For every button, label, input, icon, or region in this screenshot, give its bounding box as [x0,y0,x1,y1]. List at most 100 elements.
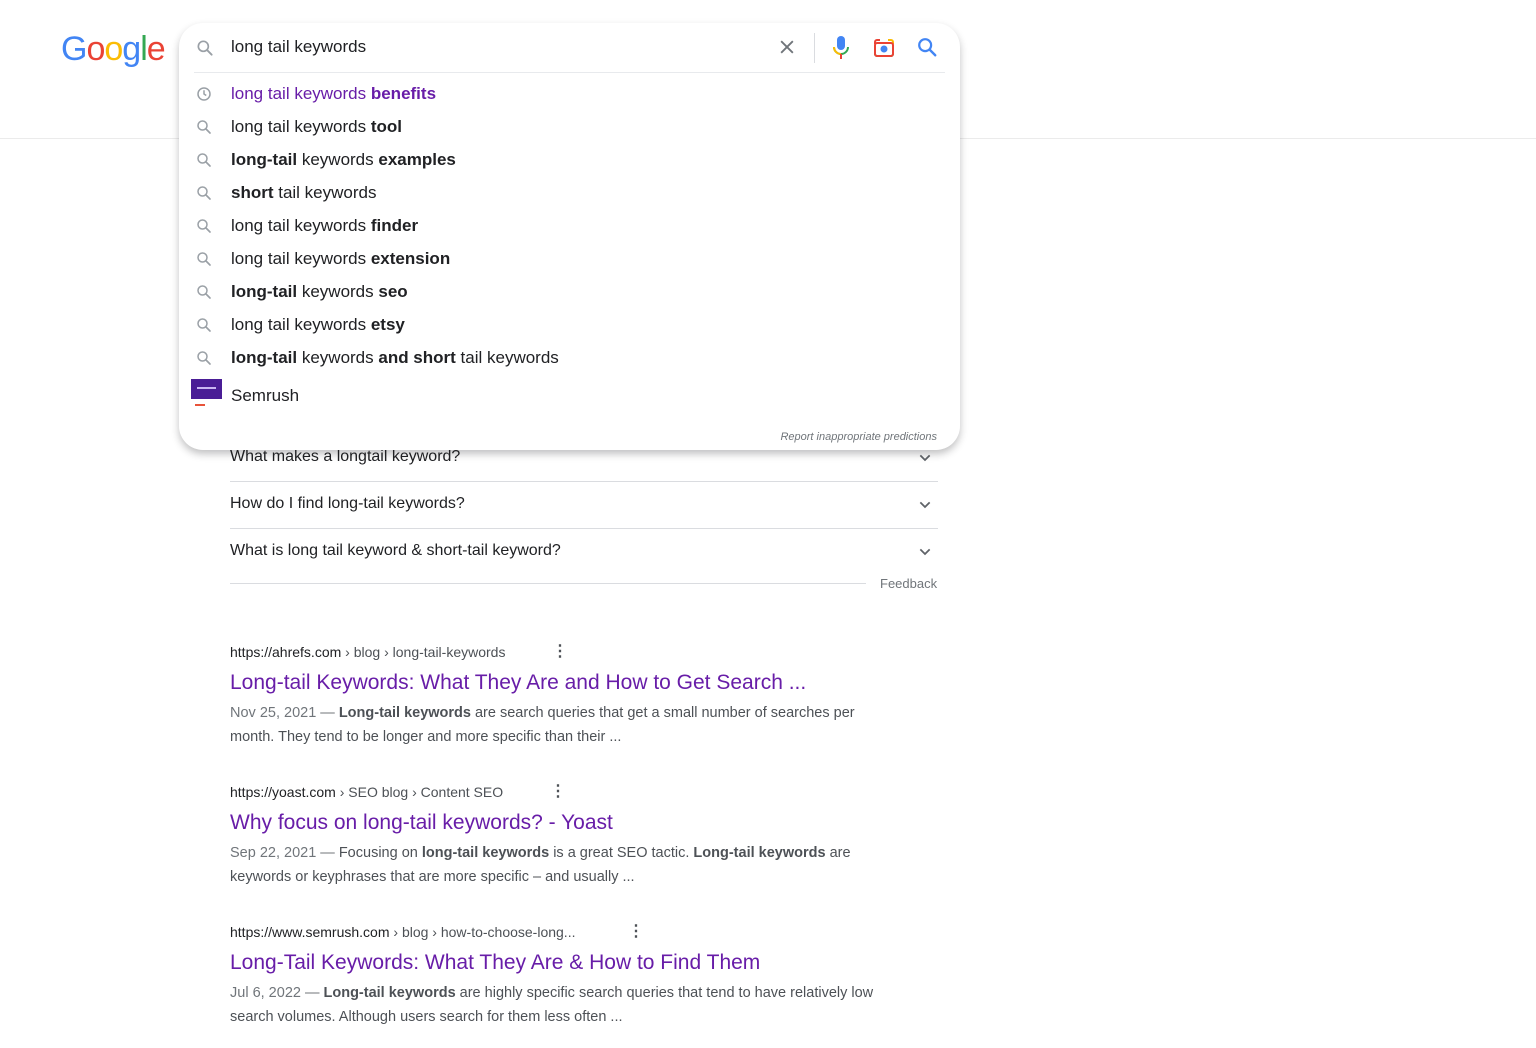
camera-lens-icon[interactable] [872,36,896,65]
feedback-divider [230,583,866,584]
divider [814,33,815,63]
paa-question-text: How do I find long-tail keywords? [230,495,465,512]
bold-text: short [231,183,274,202]
bold-text: etsy [370,315,405,334]
bold-text: seo [378,282,408,301]
text: keywords [297,348,379,367]
result-breadcrumb: › blog › long-tail-keywords [341,644,506,660]
history-icon [195,85,213,108]
text: tail keywords [455,348,559,367]
report-predictions-link[interactable]: Report inappropriate predictions [780,431,937,443]
bold-text: examples [378,150,456,169]
result-domain: https://ahrefs.com [230,644,342,660]
result-date: Jul 6, 2022 — [230,985,324,1001]
result-date: Sep 22, 2021 — [230,845,339,861]
suggestion-item[interactable]: long-tail keywords and short tail keywor… [179,341,960,374]
suggestion-item[interactable]: short tail keywords [179,176,960,209]
text: long tail keywords [231,84,371,103]
text: long tail keywords [231,216,371,235]
clear-icon[interactable] [777,37,797,62]
search-autocomplete: long tail keywords long tail keywords be… [179,23,960,450]
suggestion-item[interactable]: long tail keywords benefits [179,77,960,110]
paa-question[interactable]: How do I find long-tail keywords? [230,481,938,528]
result-url[interactable]: https://www.semrush.com › blog › how-to-… [230,923,890,941]
search-result: https://yoast.com › SEO blog › Content S… [230,783,890,889]
logo-letter: o [86,30,105,68]
google-logo[interactable]: Google [61,29,166,69]
bold-text: long-tail keywords [421,845,550,861]
bold-text: long-tail [231,348,298,367]
chevron-down-icon [917,497,933,518]
bold-text: Long-tail keywords [323,985,456,1001]
result-breadcrumb: › blog › how-to-choose-long... [389,924,576,940]
bold-text: extension [370,249,451,268]
bold-text: long-tail [231,150,298,169]
bold-text: Long-tail keywords [693,845,826,861]
paa-question[interactable]: What is long tail keyword & short-tail k… [230,528,938,575]
more-options-icon[interactable]: ⋮ [552,641,568,661]
search-result: https://www.semrush.com › blog › how-to-… [230,923,890,1029]
bold-text: tool [370,117,402,136]
feedback-link[interactable]: Feedback [880,576,937,591]
entity-suggestion[interactable]: Semrush [231,386,299,406]
result-domain: https://www.semrush.com [230,924,390,940]
search-icon [195,151,213,174]
suggestion-text: long tail keywords finder [231,216,418,236]
bold-text: long-tail [231,282,298,301]
search-icon [195,349,213,372]
suggestion-item[interactable]: long tail keywords tool [179,110,960,143]
search-icon [195,118,213,141]
search-icon [195,217,213,240]
result-date: Nov 25, 2021 — [230,705,339,721]
result-snippet: Nov 25, 2021 — Long-tail keywords are se… [230,701,890,749]
suggestion-item[interactable]: long tail keywords etsy [179,308,960,341]
suggestion-text: long tail keywords etsy [231,315,405,335]
search-icon [195,250,213,273]
suggestion-separator [194,72,945,73]
result-snippet: Sep 22, 2021 — Focusing on long-tail key… [230,841,890,889]
bold-text: and short [378,348,456,367]
text: is a great SEO tactic. [549,845,694,861]
more-options-icon[interactable]: ⋮ [628,921,644,941]
search-icon [195,283,213,306]
result-title-link[interactable]: Long-Tail Keywords: What They Are & How … [230,949,890,976]
paa-question-text: What makes a longtail keyword? [230,448,461,465]
search-input[interactable]: long tail keywords [231,37,366,57]
chevron-down-icon [917,544,933,565]
suggestion-item[interactable]: long tail keywords finder [179,209,960,242]
suggestion-item[interactable]: long-tail keywords examples [179,143,960,176]
suggestion-text: long tail keywords benefits [231,84,436,104]
search-result: https://ahrefs.com › blog › long-tail-ke… [230,643,890,749]
logo-letter: o [104,30,123,68]
bold-text: finder [370,216,419,235]
search-submit-icon[interactable] [916,36,938,63]
suggestion-item[interactable]: long-tail keywords seo [179,275,960,308]
text: long tail keywords [231,117,371,136]
logo-letter: g [122,30,141,68]
microphone-icon[interactable] [831,35,851,66]
suggestion-text: long-tail keywords examples [231,150,456,170]
suggestion-text: long tail keywords extension [231,249,450,269]
search-icon [195,184,213,207]
result-title-link[interactable]: Why focus on long-tail keywords? - Yoast [230,809,890,836]
result-snippet: Jul 6, 2022 — Long-tail keywords are hig… [230,981,890,1029]
search-bar: long tail keywords [179,23,960,72]
bold-text: Long-tail keywords [338,705,471,721]
suggestion-text: long-tail keywords and short tail keywor… [231,348,559,368]
result-breadcrumb: › SEO blog › Content SEO [335,784,504,800]
search-icon [195,38,215,63]
more-options-icon[interactable]: ⋮ [550,781,566,801]
suggestion-text: long-tail keywords seo [231,282,408,302]
suggestion-item[interactable]: long tail keywords extension [179,242,960,275]
result-domain: https://yoast.com [230,784,336,800]
logo-letter: e [146,30,166,68]
logo-letter: G [61,30,87,68]
semrush-thumbnail [191,379,222,410]
result-title-link[interactable]: Long-tail Keywords: What They Are and Ho… [230,669,890,696]
suggestion-text: short tail keywords [231,183,376,203]
text: tail keywords [273,183,377,202]
text: Focusing on [338,845,422,861]
search-icon [195,316,213,339]
chevron-down-icon [917,450,933,471]
suggestion-text: long tail keywords tool [231,117,402,137]
